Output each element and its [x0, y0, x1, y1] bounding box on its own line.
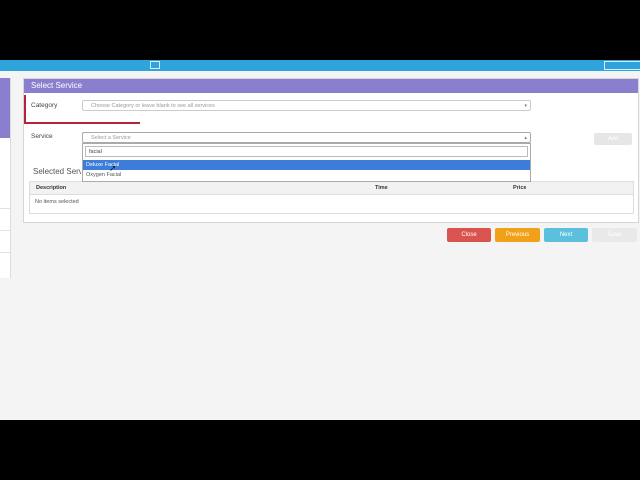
previous-button[interactable]: Previous [495, 228, 540, 242]
chevron-down-icon: ▾ [524, 103, 527, 109]
topbar-icon[interactable] [150, 61, 160, 69]
category-placeholder: Choose Category or leave blank to see al… [91, 103, 215, 109]
selected-services-table: Description Time Price No items selected [29, 181, 634, 214]
service-placeholder: Select a Service [91, 135, 131, 141]
left-sidebar-divider [0, 230, 10, 231]
add-service-button[interactable]: Add [594, 133, 632, 145]
close-button[interactable]: Close [447, 228, 491, 242]
annotation-mark [24, 122, 140, 124]
dropdown-option-deluxe-facial[interactable]: Deluxe Facial [83, 160, 530, 170]
column-price: Price [513, 185, 527, 191]
app-screen: Select Service Category Choose Category … [0, 60, 640, 420]
service-select[interactable]: Select a Service ▴ [82, 132, 531, 143]
topbar-button[interactable] [604, 61, 640, 70]
service-label: Service [31, 133, 53, 140]
column-time: Time [375, 185, 388, 191]
column-description: Description [36, 185, 67, 191]
dropdown-option-oxygen-facial[interactable]: Oxygen Facial [83, 170, 530, 180]
left-sidebar-divider [0, 252, 10, 253]
category-select[interactable]: Choose Category or leave blank to see al… [82, 100, 531, 111]
left-sidebar-divider [0, 208, 10, 209]
left-sidebar-panel [0, 78, 11, 278]
save-button[interactable]: Save [592, 228, 637, 242]
mouse-pointer-icon: ➚ [109, 163, 117, 173]
next-button[interactable]: Next [544, 228, 588, 242]
panel-title: Select Service [24, 79, 638, 93]
dropdown-search-input[interactable]: facial [85, 146, 528, 157]
empty-table-message: No items selected [35, 199, 79, 205]
top-navigation-bar [0, 60, 640, 71]
chevron-up-icon: ▴ [524, 135, 527, 141]
selected-services-title: Selected Services [33, 167, 81, 176]
table-header: Description Time Price [30, 182, 633, 195]
annotation-mark [24, 95, 26, 123]
category-label: Category [31, 102, 58, 109]
left-sidebar-header [0, 78, 10, 138]
service-dropdown: facial Deluxe Facial Oxygen Facial [82, 143, 531, 182]
